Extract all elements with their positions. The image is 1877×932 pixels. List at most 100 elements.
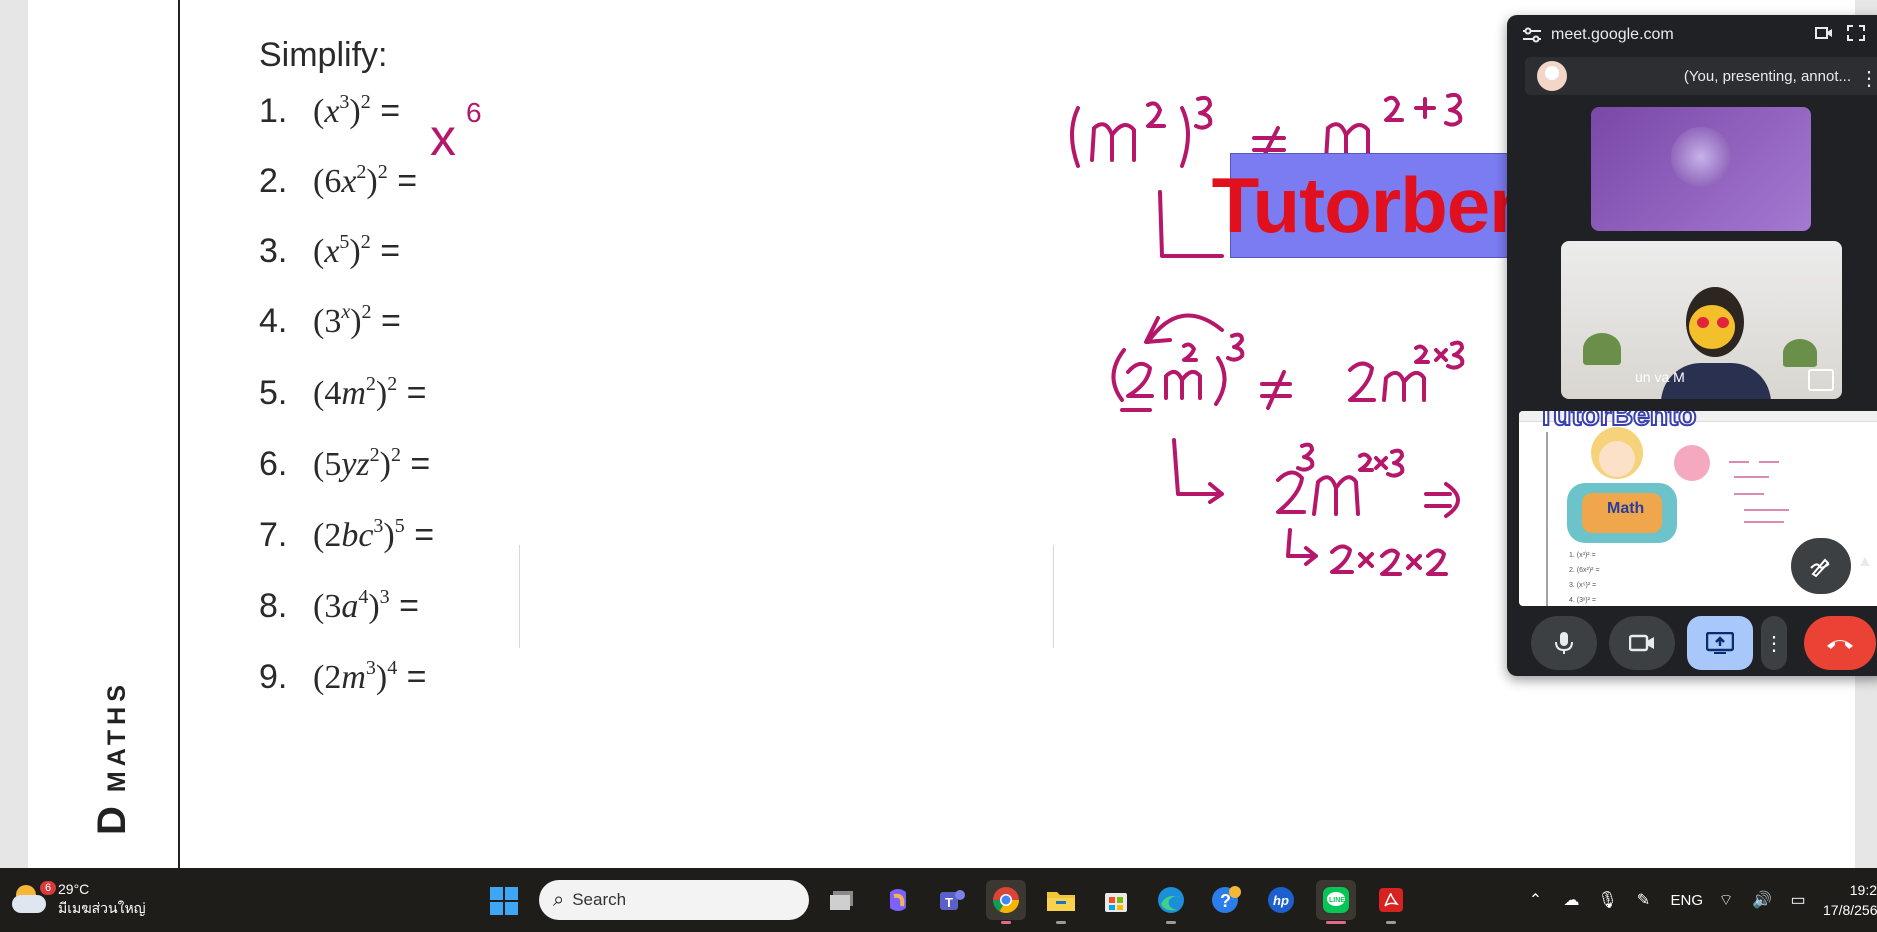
participant-tile-camera[interactable]: un va M bbox=[1561, 241, 1842, 399]
share-line: 3. (x⁵)² = bbox=[1569, 582, 1596, 589]
ink-times-4 bbox=[1406, 554, 1422, 570]
ink-exp-2e bbox=[1358, 452, 1374, 472]
ink-times bbox=[1434, 348, 1448, 362]
svg-text:TutorBento: TutorBento bbox=[1537, 411, 1696, 432]
video-icon[interactable] bbox=[1815, 25, 1833, 41]
windows-taskbar: 6 29°C มีเมฆส่วนใหญ่ ⌕ Search T ? hp LIN… bbox=[0, 868, 1877, 932]
language-indicator[interactable]: ENG bbox=[1670, 892, 1703, 909]
weather-widget[interactable]: 6 29°C มีเมฆส่วนใหญ่ bbox=[12, 880, 146, 918]
ink-paren-close bbox=[1180, 106, 1190, 168]
svg-text:Math: Math bbox=[1607, 500, 1644, 517]
ink-exp-3f bbox=[1386, 448, 1405, 478]
volume-icon[interactable]: 🔊 bbox=[1749, 890, 1775, 910]
ink-times-2 bbox=[1374, 456, 1388, 470]
show-hidden-icons-chevron-icon[interactable]: ⌃ bbox=[1522, 890, 1548, 910]
battery-icon[interactable]: ▭ bbox=[1785, 890, 1811, 910]
presenting-banner: (You, presenting, annot... ⋮ bbox=[1525, 57, 1877, 95]
acrobat-icon[interactable] bbox=[1371, 880, 1411, 924]
task-view-icon[interactable] bbox=[822, 880, 862, 920]
present-screen-icon bbox=[1706, 632, 1734, 654]
wifi-icon[interactable]: ⌔ bbox=[1713, 890, 1739, 910]
tutorbento-mascot-logo: TutorBento Math bbox=[1536, 411, 1710, 543]
microphone-icon bbox=[1555, 632, 1573, 654]
ink-exp-3b bbox=[1444, 92, 1463, 127]
microphone-button[interactable] bbox=[1531, 616, 1597, 670]
ink-2b bbox=[1348, 361, 1376, 402]
more-options-icon[interactable]: ⋮ bbox=[1859, 66, 1877, 91]
file-explorer-icon[interactable] bbox=[1041, 880, 1081, 924]
search-icon: ⌕ bbox=[553, 888, 565, 911]
ink-paren-close-2 bbox=[1214, 356, 1227, 406]
search-label: Search bbox=[572, 890, 627, 909]
weather-description: มีเมฆส่วนใหญ่ bbox=[58, 900, 146, 916]
onedrive-icon[interactable]: ☁ bbox=[1558, 890, 1584, 910]
temperature: 29°C bbox=[58, 881, 90, 897]
windows-start-icon[interactable] bbox=[490, 887, 518, 915]
presenting-label: (You, presenting, annot... bbox=[1683, 67, 1851, 85]
ink-exp-2 bbox=[1146, 101, 1166, 128]
q1-answer-text: x bbox=[430, 109, 456, 167]
ink-2 bbox=[1126, 361, 1154, 398]
more-options-button[interactable]: ⋮ bbox=[1761, 616, 1787, 670]
svg-text:T: T bbox=[945, 895, 953, 910]
copilot-icon[interactable] bbox=[878, 880, 918, 920]
ink-2e bbox=[1380, 548, 1402, 576]
participant-name: un va M bbox=[1635, 369, 1685, 385]
ink-exp-2b bbox=[1384, 95, 1404, 122]
line-app-icon[interactable]: LINE bbox=[1316, 880, 1356, 924]
partly-cloudy-icon: 6 bbox=[12, 881, 57, 913]
ink-exp-2c bbox=[1182, 342, 1198, 362]
hp-icon[interactable]: hp bbox=[1261, 880, 1301, 920]
end-call-icon bbox=[1827, 640, 1853, 649]
teams-icon[interactable]: T bbox=[932, 880, 972, 920]
ink-exp-3 bbox=[1194, 95, 1213, 130]
clock[interactable]: 19:2 17/8/256 bbox=[1823, 880, 1877, 920]
participant-tile-avatar[interactable] bbox=[1591, 107, 1811, 231]
camera-button[interactable] bbox=[1609, 616, 1675, 670]
system-tray: ⌃ ☁ 🎙 ✎ ENG ⌔ 🔊 ▭ 19:2 17/8/256 bbox=[1512, 868, 1877, 932]
plant-decor bbox=[1783, 339, 1817, 367]
ink-m-4 bbox=[1382, 370, 1426, 402]
get-help-icon[interactable]: ? bbox=[1206, 880, 1246, 920]
more-options-icon: ⋮ bbox=[1764, 632, 1784, 655]
ink-exp-3e bbox=[1296, 442, 1315, 472]
microphone-in-use-icon[interactable]: 🎙 bbox=[1594, 890, 1620, 910]
end-call-button[interactable] bbox=[1804, 616, 1876, 670]
svg-text:hp: hp bbox=[1273, 893, 1289, 908]
pen-menu-icon[interactable]: ✎ bbox=[1630, 890, 1656, 910]
ink-m-5 bbox=[1312, 475, 1360, 516]
annotate-button[interactable] bbox=[1791, 538, 1851, 594]
present-screen-button[interactable] bbox=[1687, 616, 1753, 670]
taskbar-search[interactable]: ⌕ Search bbox=[539, 880, 809, 920]
meet-url: meet.google.com bbox=[1551, 26, 1674, 43]
annotate-options-caret-icon[interactable]: ▲ bbox=[1857, 553, 1873, 571]
ink-2f bbox=[1426, 548, 1448, 576]
pin-tile-icon[interactable] bbox=[1808, 369, 1834, 391]
share-line: 2. (6x²)² = bbox=[1569, 567, 1600, 574]
camera-icon bbox=[1629, 634, 1654, 652]
site-settings-icon[interactable] bbox=[1523, 27, 1541, 43]
chrome-icon[interactable] bbox=[986, 880, 1026, 924]
weather-badge: 6 bbox=[40, 881, 57, 895]
google-meet-window: meet.google.com (You, presenting, annot.… bbox=[1507, 15, 1877, 676]
expand-window-icon[interactable] bbox=[1847, 25, 1865, 41]
ink-not-equal-2 bbox=[1260, 370, 1292, 410]
svg-text:LINE: LINE bbox=[1329, 897, 1345, 904]
ink-plus bbox=[1414, 97, 1436, 119]
share-line: 4. (3ˣ)² = bbox=[1569, 597, 1596, 604]
edge-icon[interactable] bbox=[1151, 880, 1191, 924]
ink-2c bbox=[1276, 470, 1306, 514]
ink-times-3 bbox=[1358, 552, 1374, 568]
ink-m-3 bbox=[1164, 369, 1202, 400]
share-line: 1. (x³)² = bbox=[1569, 552, 1596, 559]
annotate-pen-icon bbox=[1810, 558, 1830, 578]
ink-2d bbox=[1330, 544, 1354, 574]
ink-arrow-2 bbox=[1172, 438, 1224, 504]
ink-arrow-3 bbox=[1286, 528, 1318, 566]
ink-implies bbox=[1424, 482, 1460, 518]
avatar bbox=[1537, 61, 1567, 91]
clock-time: 19:2 bbox=[1849, 882, 1877, 898]
ink-exp-2d bbox=[1414, 344, 1430, 364]
q1-answer-exponent: 6 bbox=[466, 97, 482, 128]
microsoft-store-icon[interactable] bbox=[1096, 880, 1136, 920]
